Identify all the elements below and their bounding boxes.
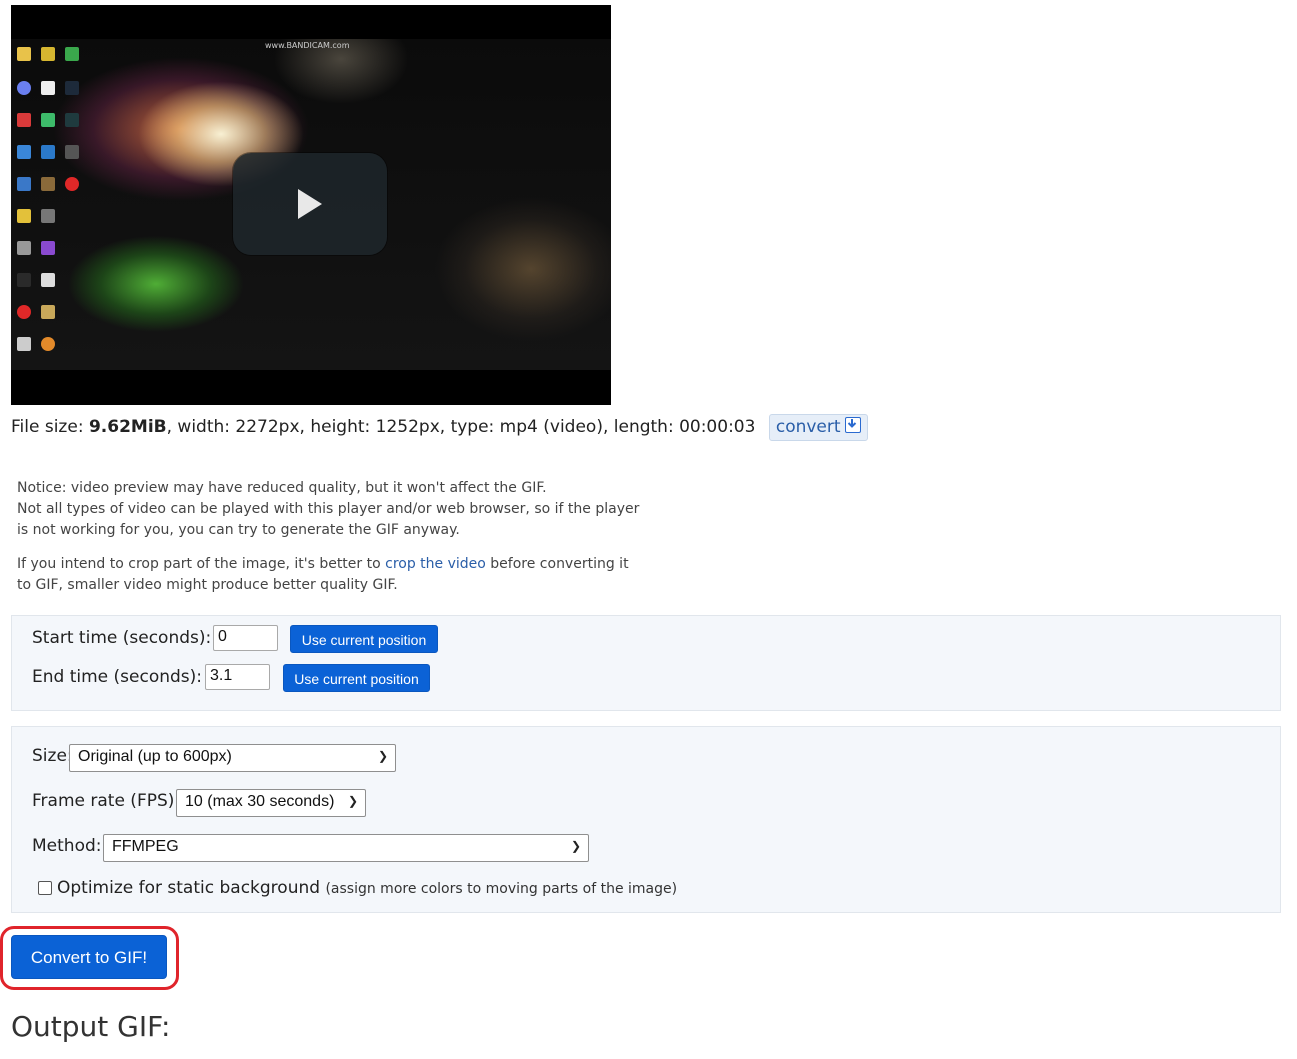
method-label: Method:	[32, 836, 102, 856]
play-icon	[298, 189, 322, 219]
convert-label: convert	[775, 417, 841, 437]
size-select[interactable]: Original (up to 600px) ❯	[69, 744, 396, 772]
crop-text-line-2: to GIF, smaller video might produce bett…	[17, 577, 398, 593]
chevron-down-icon: ❯	[377, 749, 388, 763]
file-info-prefix: File size:	[11, 417, 89, 437]
end-use-current-button[interactable]: Use current position	[283, 664, 430, 692]
download-icon	[844, 417, 861, 433]
chevron-down-icon: ❯	[570, 839, 581, 853]
optimize-label-text: Optimize for static background	[57, 878, 321, 898]
notice-line-2: Not all types of video can be played wit…	[17, 501, 640, 517]
fps-select[interactable]: 10 (max 30 seconds) ❯	[176, 789, 366, 817]
play-button[interactable]	[233, 153, 387, 255]
chevron-down-icon: ❯	[347, 794, 358, 808]
optimize-note: (assign more colors to moving parts of t…	[325, 881, 678, 897]
end-time-label: End time (seconds):	[32, 667, 202, 687]
output-title: Output GIF:	[11, 1010, 171, 1043]
start-time-input[interactable]: 0	[213, 625, 278, 651]
watermark: www.BANDICAM.com	[265, 41, 350, 50]
size-label: Size:	[32, 746, 73, 766]
video-player[interactable]: www.BANDICAM.com	[11, 5, 611, 405]
size-select-value: Original (up to 600px)	[78, 748, 232, 765]
optimize-label: Optimize for static background (assign m…	[57, 878, 677, 898]
crop-text-before: If you intend to crop part of the image,…	[17, 556, 386, 572]
notice-line-3: is not working for you, you can try to g…	[17, 522, 460, 538]
file-info: File size: 9.62MiB, width: 2272px, heigh…	[11, 414, 868, 441]
convert-link[interactable]: convert	[768, 414, 868, 441]
crop-text-after: before converting it	[485, 556, 629, 572]
end-time-input[interactable]: 3.1	[205, 664, 270, 690]
method-select-value: FFMPEG	[112, 838, 179, 855]
optimize-checkbox[interactable]	[38, 881, 52, 895]
fps-label: Frame rate (FPS):	[32, 791, 181, 811]
method-select[interactable]: FFMPEG ❯	[103, 834, 589, 862]
notice: Notice: video preview may have reduced q…	[17, 478, 657, 596]
fps-select-value: 10 (max 30 seconds)	[185, 793, 335, 810]
file-info-details: , width: 2272px, height: 1252px, type: m…	[166, 417, 756, 437]
file-size: 9.62MiB	[88, 417, 167, 437]
convert-to-gif-button[interactable]: Convert to GIF!	[11, 935, 167, 979]
start-use-current-button[interactable]: Use current position	[290, 625, 438, 653]
start-time-label: Start time (seconds):	[32, 628, 212, 648]
notice-line-1: Notice: video preview may have reduced q…	[17, 480, 547, 496]
crop-video-link[interactable]: crop the video	[385, 556, 486, 572]
